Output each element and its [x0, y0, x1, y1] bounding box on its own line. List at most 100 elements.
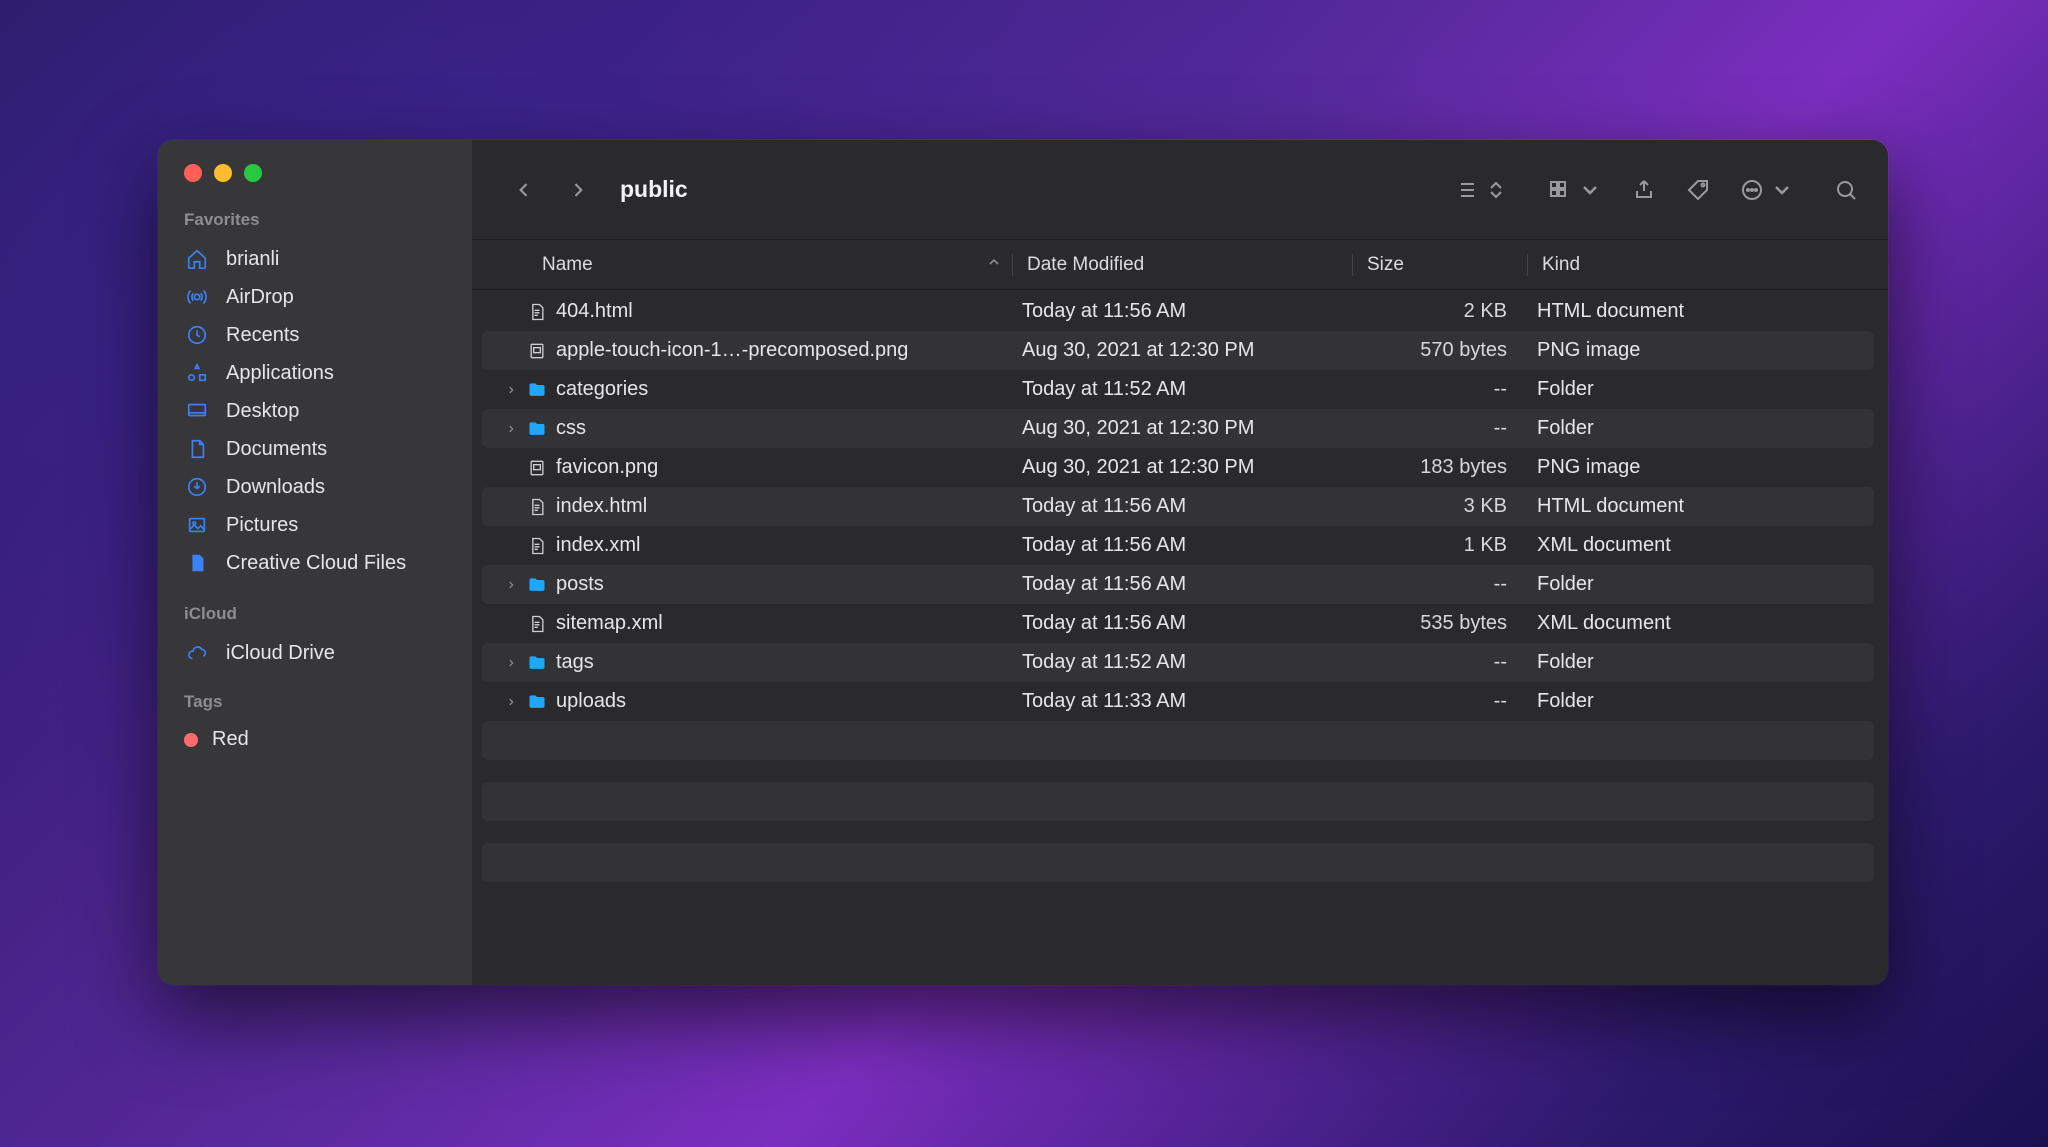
share-button[interactable]: [1632, 178, 1656, 202]
file-row[interactable]: cssAug 30, 2021 at 12:30 PM--Folder: [482, 409, 1874, 448]
tag-button[interactable]: [1686, 178, 1710, 202]
sidebar-item-label: Creative Cloud Files: [226, 552, 406, 575]
file-list: 404.htmlToday at 11:56 AM2 KBHTML docume…: [472, 290, 1888, 985]
file-row[interactable]: tagsToday at 11:52 AM--Folder: [482, 643, 1874, 682]
file-size: --: [1352, 651, 1527, 674]
sidebar-item-label: Red: [212, 728, 249, 751]
document-file-icon: [526, 496, 548, 518]
disclosure-triangle-icon[interactable]: [504, 385, 518, 395]
back-button[interactable]: [502, 168, 546, 212]
file-name: posts: [556, 573, 604, 596]
file-size: 3 KB: [1352, 495, 1527, 518]
disclosure-triangle-icon[interactable]: [504, 658, 518, 668]
file-name: css: [556, 417, 586, 440]
view-list-button[interactable]: [1454, 178, 1508, 202]
sidebar-item-home[interactable]: brianli: [158, 240, 472, 278]
column-headers: Name Date Modified Size Kind: [472, 240, 1888, 290]
file-row[interactable]: uploadsToday at 11:33 AM--Folder: [482, 682, 1874, 721]
sidebar-item-recents[interactable]: Recents: [158, 316, 472, 354]
file-name: favicon.png: [556, 456, 658, 479]
file-date: Today at 11:56 AM: [1012, 612, 1352, 635]
sidebar-item-icloud-drive[interactable]: iCloud Drive: [158, 634, 472, 672]
disclosure-triangle-icon[interactable]: [504, 424, 518, 434]
window-controls: [158, 164, 472, 210]
file-row[interactable]: 404.htmlToday at 11:56 AM2 KBHTML docume…: [482, 292, 1874, 331]
column-header-kind[interactable]: Kind: [1527, 254, 1888, 276]
file-date: Aug 30, 2021 at 12:30 PM: [1012, 417, 1352, 440]
file-kind: PNG image: [1527, 456, 1874, 479]
sidebar-item-pictures[interactable]: Pictures: [158, 506, 472, 544]
sidebar-item-label: Recents: [226, 324, 299, 347]
file-name: 404.html: [556, 300, 633, 323]
search-button[interactable]: [1834, 178, 1858, 202]
group-by-button[interactable]: [1548, 178, 1602, 202]
sidebar-item-label: Pictures: [226, 514, 298, 537]
sidebar-item-desktop[interactable]: Desktop: [158, 392, 472, 430]
column-header-name[interactable]: Name: [482, 254, 1012, 276]
close-button[interactable]: [184, 164, 202, 182]
sidebar-item-airdrop[interactable]: AirDrop: [158, 278, 472, 316]
sidebar-item-label: Desktop: [226, 400, 299, 423]
file-kind: HTML document: [1527, 300, 1874, 323]
file-row[interactable]: sitemap.xmlToday at 11:56 AM535 bytesXML…: [482, 604, 1874, 643]
empty-row: [482, 843, 1874, 882]
sidebar-item-applications[interactable]: Applications: [158, 354, 472, 392]
pictures-icon: [184, 512, 210, 538]
file-kind: Folder: [1527, 417, 1874, 440]
file-date: Today at 11:33 AM: [1012, 690, 1352, 713]
sidebar-item-documents[interactable]: Documents: [158, 430, 472, 468]
file-size: --: [1352, 573, 1527, 596]
sidebar-item-label: Downloads: [226, 476, 325, 499]
image-file-icon: [526, 457, 548, 479]
image-file-icon: [526, 340, 548, 362]
file-date: Aug 30, 2021 at 12:30 PM: [1012, 456, 1352, 479]
sidebar-item-label: iCloud Drive: [226, 642, 335, 665]
clock-icon: [184, 322, 210, 348]
file-date: Today at 11:56 AM: [1012, 573, 1352, 596]
document-icon: [184, 436, 210, 462]
file-row[interactable]: categoriesToday at 11:52 AM--Folder: [482, 370, 1874, 409]
apps-icon: [184, 360, 210, 386]
tag-dot-icon: [184, 733, 198, 747]
file-name: index.html: [556, 495, 647, 518]
document-file-icon: [526, 613, 548, 635]
folder-icon: [526, 574, 548, 596]
sidebar-item-creative-cloud[interactable]: Creative Cloud Files: [158, 544, 472, 582]
file-size: 535 bytes: [1352, 612, 1527, 635]
minimize-button[interactable]: [214, 164, 232, 182]
sidebar-tag-red[interactable]: Red: [158, 722, 472, 757]
file-size: --: [1352, 690, 1527, 713]
fullscreen-button[interactable]: [244, 164, 262, 182]
file-name: uploads: [556, 690, 626, 713]
column-header-size[interactable]: Size: [1352, 254, 1527, 276]
empty-row: [482, 721, 1874, 760]
sidebar-item-downloads[interactable]: Downloads: [158, 468, 472, 506]
empty-row: [482, 760, 1874, 782]
column-header-date[interactable]: Date Modified: [1012, 254, 1352, 276]
file-row[interactable]: posts Today at 11:56 AM--Folder: [482, 565, 1874, 604]
disclosure-triangle-icon[interactable]: [504, 697, 518, 707]
download-icon: [184, 474, 210, 500]
sidebar-item-label: Applications: [226, 362, 334, 385]
forward-button[interactable]: [556, 168, 600, 212]
file-row[interactable]: favicon.pngAug 30, 2021 at 12:30 PM183 b…: [482, 448, 1874, 487]
sidebar-item-label: AirDrop: [226, 286, 294, 309]
airdrop-icon: [184, 284, 210, 310]
sidebar-section-tags-label: Tags: [158, 692, 472, 722]
file-kind: Folder: [1527, 378, 1874, 401]
home-icon: [184, 246, 210, 272]
action-menu-button[interactable]: [1740, 178, 1794, 202]
file-kind: Folder: [1527, 651, 1874, 674]
finder-window: Favorites brianli AirDrop Recents Applic…: [158, 140, 1888, 985]
file-kind: HTML document: [1527, 495, 1874, 518]
file-row[interactable]: apple-touch-icon-1…-precomposed.pngAug 3…: [482, 331, 1874, 370]
file-row[interactable]: index.htmlToday at 11:56 AM3 KBHTML docu…: [482, 487, 1874, 526]
file-size: 1 KB: [1352, 534, 1527, 557]
main-pane: public: [472, 140, 1888, 985]
sidebar-section-icloud-label: iCloud: [158, 604, 472, 634]
disclosure-triangle-icon[interactable]: [504, 580, 518, 590]
sidebar: Favorites brianli AirDrop Recents Applic…: [158, 140, 472, 985]
file-row[interactable]: index.xmlToday at 11:56 AM1 KBXML docume…: [482, 526, 1874, 565]
sidebar-item-label: Documents: [226, 438, 327, 461]
file-kind: Folder: [1527, 573, 1874, 596]
